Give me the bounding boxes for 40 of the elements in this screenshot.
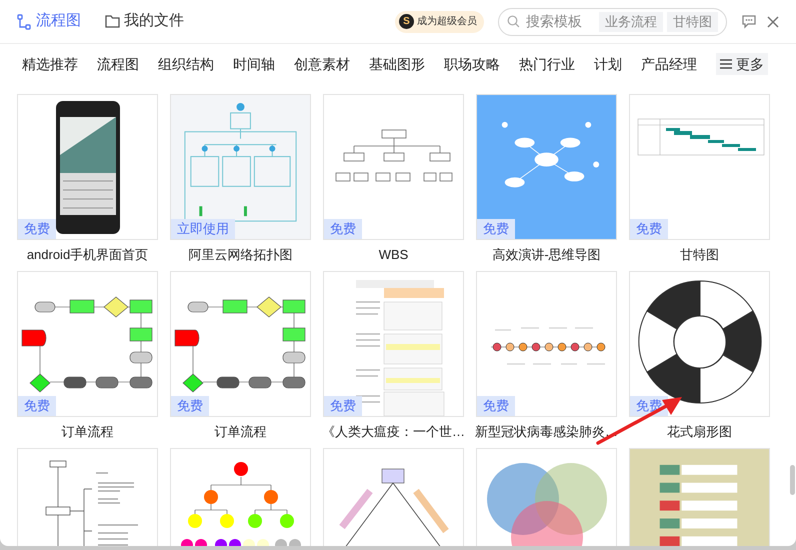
free-badge: 免费 bbox=[18, 219, 56, 239]
vip-button[interactable]: S 成为超级会员 bbox=[395, 10, 484, 32]
menu-icon bbox=[720, 59, 732, 69]
flowchart-icon bbox=[17, 14, 31, 30]
more-button[interactable]: 更多 bbox=[716, 53, 768, 75]
vip-icon: S bbox=[399, 14, 414, 29]
template-title[interactable]: android手机界面首页 bbox=[26, 245, 148, 267]
folder-icon bbox=[105, 15, 120, 28]
template-title[interactable]: 订单流程 bbox=[214, 422, 266, 444]
template-title[interactable]: WBS bbox=[378, 245, 408, 267]
category-tab[interactable]: 产品经理 bbox=[641, 54, 697, 74]
category-tab[interactable]: 热门行业 bbox=[519, 54, 575, 74]
free-badge: 免费 bbox=[630, 219, 668, 239]
free-badge: 免费 bbox=[324, 219, 362, 239]
category-tab[interactable]: 计划 bbox=[594, 54, 622, 74]
template-title[interactable]: 花式扇形图 bbox=[667, 422, 732, 444]
flowchart-tab[interactable]: 流程图 bbox=[36, 10, 81, 33]
chat-icon[interactable] bbox=[741, 14, 757, 29]
category-tab[interactable]: 组织结构 bbox=[158, 54, 214, 74]
free-badge: 免费 bbox=[18, 396, 56, 416]
category-tab[interactable]: 职场攻略 bbox=[444, 54, 500, 74]
free-badge: 免费 bbox=[324, 396, 362, 416]
free-badge: 立即使用 bbox=[171, 219, 235, 239]
my-files-tab[interactable]: 我的文件 bbox=[124, 10, 184, 33]
template-title[interactable]: 订单流程 bbox=[62, 422, 114, 444]
category-tab[interactable]: 时间轴 bbox=[233, 54, 275, 74]
free-badge: 免费 bbox=[171, 396, 209, 416]
category-tab[interactable]: 流程图 bbox=[97, 54, 139, 74]
category-tab[interactable]: 基础图形 bbox=[369, 54, 425, 74]
template-title[interactable]: 《人类大瘟疫：一个世… bbox=[322, 422, 465, 444]
scrollbar-thumb[interactable] bbox=[790, 465, 795, 495]
category-tab[interactable]: 精选推荐 bbox=[22, 54, 78, 74]
free-badge: 免费 bbox=[477, 396, 515, 416]
free-badge: 免费 bbox=[477, 219, 515, 239]
search-icon bbox=[507, 15, 520, 28]
template-title[interactable]: 高效演讲-思维导图 bbox=[492, 245, 601, 267]
close-icon[interactable] bbox=[767, 16, 779, 28]
template-title[interactable]: 阿里云网络拓扑图 bbox=[188, 245, 292, 267]
template-title[interactable]: 甘特图 bbox=[680, 245, 719, 267]
category-tab[interactable]: 创意素材 bbox=[294, 54, 350, 74]
